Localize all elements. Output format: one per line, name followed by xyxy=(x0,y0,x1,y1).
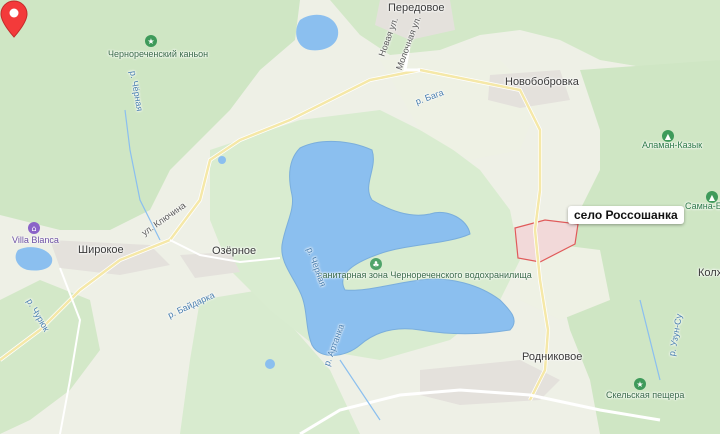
map-pin-icon[interactable] xyxy=(0,0,28,38)
label-canyon: Чернореченский каньон xyxy=(108,49,209,59)
label-rodnikovoe: Родниковое xyxy=(522,351,583,363)
marker-label[interactable]: село Россошанка xyxy=(568,206,684,224)
park-icon[interactable]: ♣ xyxy=(370,258,382,270)
hotel-icon[interactable]: ⌂ xyxy=(28,222,40,234)
pond-small-1 xyxy=(218,156,226,164)
label-villa-blanca: Villa Blanca xyxy=(12,235,59,245)
label-kolkhoz: Колхо xyxy=(698,267,720,279)
label-samna: Самна-Ба xyxy=(685,201,720,211)
label-sanitary-zone: санитарная зона Чернореченского водохран… xyxy=(318,270,532,280)
label-shirokoe: Широкое xyxy=(78,244,124,256)
pond-peredovoe xyxy=(296,14,339,51)
label-ozernoe: Озёрное xyxy=(212,245,257,257)
label-alaman: Аламан-Казык xyxy=(642,140,703,150)
pond-small-2 xyxy=(265,359,275,369)
cave-icon[interactable]: ★ xyxy=(634,378,646,390)
canyon-icon[interactable]: ★ xyxy=(145,35,157,47)
map-canvas[interactable]: Передовое Новобобровка Широкое Озёрное Р… xyxy=(0,0,720,434)
label-peredovoe: Передовое xyxy=(388,2,445,14)
label-cave: Скельская пещера xyxy=(606,390,685,400)
label-novobobrovka: Новобобровка xyxy=(505,76,579,88)
